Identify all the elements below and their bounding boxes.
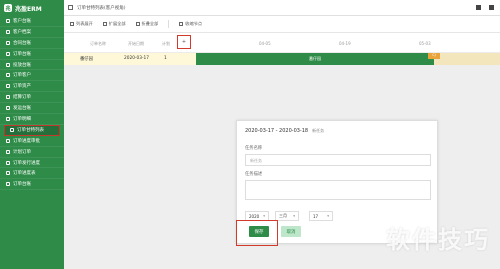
tab-list-expand[interactable]: 列表展开 <box>70 21 93 27</box>
col-order-name: 订单名称 <box>90 41 106 46</box>
sidebar-item-progress-approval[interactable]: 订单进度审批 <box>0 136 64 147</box>
chevron-down-icon: ▾ <box>327 214 329 218</box>
expand-all-button[interactable]: 扩展全部 <box>102 21 126 27</box>
user-icon <box>6 73 10 78</box>
box-icon <box>6 62 10 67</box>
day-select[interactable]: 17 ▾ <box>309 211 333 221</box>
shrink-node-button[interactable]: 收缩节点 <box>179 21 202 27</box>
sidebar-item-contract[interactable]: 合同台账 <box>0 38 64 49</box>
col-plan: 计划 <box>162 41 170 46</box>
plus-icon: + <box>181 39 187 45</box>
task-desc-textarea[interactable] <box>245 180 431 200</box>
sidebar-item-shipping[interactable]: 发运台账 <box>0 103 64 115</box>
dialog-title: 2020-03-17 - 2020-03-18 新任务 <box>245 128 325 134</box>
settings-icon[interactable] <box>476 5 481 10</box>
topbar-actions <box>476 5 494 10</box>
task-name-input[interactable]: 新任务 <box>245 154 431 166</box>
box-icon <box>6 84 10 89</box>
logo-mark: 兆 <box>4 4 12 12</box>
toolbar: 列表展开 扩展全部 折叠全部 收缩节点 <box>64 16 500 33</box>
cancel-button[interactable]: 取消 <box>281 226 301 237</box>
doc-icon <box>6 95 10 100</box>
sidebar-item-customer-archive[interactable]: 客户档案 <box>0 27 64 38</box>
shrink-icon <box>179 22 184 26</box>
row-date: 2020-03-17 <box>124 56 149 61</box>
sidebar-item-customer-ledger[interactable]: 客户台账 <box>0 16 64 27</box>
sidebar-item-order-detail[interactable]: 订单明细 <box>0 114 64 125</box>
collapse-icon <box>135 22 140 26</box>
sidebar: 兆 兆盈ERM 客户台账 客户档案 合同台账 订单台账 投放台账 订单客户 订单… <box>0 0 64 269</box>
gantt-bar-remaining <box>434 53 500 65</box>
page-title: 订单甘特列表(客户视角) <box>77 5 126 11</box>
sidebar-item-settlement[interactable]: 结算订单 <box>0 92 64 104</box>
add-task-button[interactable]: + <box>177 35 191 49</box>
chevron-down-icon: ▾ <box>263 214 265 218</box>
doc-icon <box>6 160 10 165</box>
gantt-icon <box>10 127 14 132</box>
sidebar-item-order-ledger[interactable]: 订单台账 <box>0 49 64 60</box>
grid-icon[interactable] <box>68 5 73 10</box>
sidebar-item-plan-order[interactable]: 计划订单 <box>0 147 64 158</box>
brand-logo: 兆 兆盈ERM <box>0 0 64 16</box>
watermark: 软件技巧 <box>386 226 490 254</box>
gantt-task-bar[interactable]: 番仔园 <box>196 53 434 65</box>
timeline-tick-3: 05-03 <box>419 41 431 46</box>
sidebar-item-delivery[interactable]: 投放台账 <box>0 60 64 71</box>
row-name: 番仔园 <box>80 57 93 62</box>
save-highlight-box <box>236 220 278 246</box>
truck-icon <box>6 106 10 111</box>
sidebar-item-order-gantt[interactable]: 订单甘特列表 <box>4 124 60 136</box>
task-desc-label: 任务描述 <box>245 172 263 177</box>
topbar: 订单甘特列表(客户视角) <box>64 0 500 16</box>
doc-icon <box>6 51 10 56</box>
sidebar-item-order-ledger-2[interactable]: 订单台账 <box>0 179 64 191</box>
toolbar-divider <box>168 20 170 28</box>
doc-icon <box>6 182 10 187</box>
month-select[interactable]: 三月 ▾ <box>275 211 299 221</box>
doc-icon <box>6 149 10 154</box>
doc-icon <box>6 116 10 121</box>
today-marker: CJ <box>428 53 440 59</box>
timeline-tick-2: 04-19 <box>339 41 351 46</box>
doc-icon <box>6 171 10 176</box>
timeline-tick-1: 04-05 <box>259 41 271 46</box>
user-icon[interactable] <box>489 5 494 10</box>
task-name-label: 任务名称 <box>245 146 263 151</box>
doc-icon <box>6 138 10 143</box>
collapse-all-button[interactable]: 折叠全部 <box>135 21 158 27</box>
brand-name: 兆盈ERM <box>15 5 42 13</box>
col-start-date: 开始日期 <box>128 41 144 46</box>
sidebar-item-progress-table[interactable]: 订单进度表 <box>0 168 64 180</box>
chevron-down-icon: ▾ <box>293 214 295 218</box>
gantt-bar-label: 番仔园 <box>309 56 321 61</box>
sidebar-item-order-asset[interactable]: 订单资产 <box>0 81 64 93</box>
user-icon <box>6 29 10 34</box>
doc-icon <box>6 40 10 45</box>
sidebar-item-order-customer[interactable]: 订单客户 <box>0 70 64 82</box>
gantt-column-header: 订单名称 开始日期 计划 04-05 04-19 05-03 <box>64 33 500 53</box>
list-icon <box>70 22 74 26</box>
list-icon <box>6 18 10 23</box>
sidebar-item-issue-progress[interactable]: 订单发行进度 <box>0 158 64 169</box>
row-num: 1 <box>164 56 167 61</box>
expand-icon <box>102 22 107 26</box>
